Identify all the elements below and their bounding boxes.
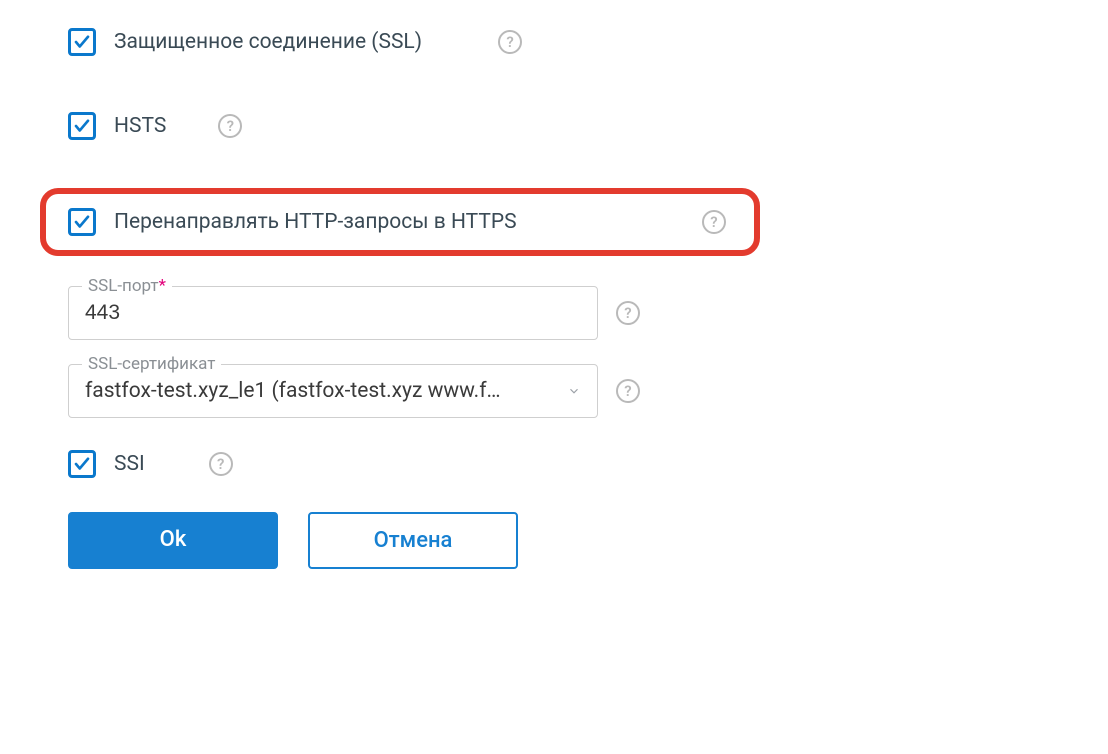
help-icon[interactable]: ?: [616, 379, 640, 403]
checkbox-redirect-https[interactable]: [68, 208, 96, 236]
button-bar: Ok Отмена: [68, 512, 1040, 569]
chevron-down-icon: [567, 384, 581, 398]
label-redirect-https: Перенаправлять HTTP-запросы в HTTPS: [114, 210, 517, 234]
option-hsts: HSTS ?: [68, 104, 1040, 148]
label-hsts: HSTS: [114, 114, 166, 138]
checkbox-ssl-connection[interactable]: [68, 28, 96, 56]
option-redirect-https: Перенаправлять HTTP-запросы в HTTPS ?: [68, 208, 732, 236]
help-icon[interactable]: ?: [702, 210, 726, 234]
field-ssl-port: SSL-порт*: [68, 286, 598, 340]
help-icon[interactable]: ?: [616, 301, 640, 325]
field-legend-ssl-port: SSL-порт*: [82, 276, 172, 296]
check-icon: [73, 455, 91, 473]
option-ssl-connection: Защищенное соединение (SSL) ?: [68, 20, 1040, 64]
help-icon[interactable]: ?: [209, 452, 233, 476]
label-ssi: SSI: [114, 452, 145, 476]
help-icon[interactable]: ?: [498, 30, 522, 54]
ok-button[interactable]: Ok: [68, 512, 278, 569]
cancel-button[interactable]: Отмена: [308, 512, 518, 569]
checkbox-ssi[interactable]: [68, 450, 96, 478]
field-ssl-cert-block: SSL-сертификат fastfox-test.xyz_le1 (fas…: [68, 364, 1040, 418]
label-ssl-connection: Защищенное соединение (SSL): [114, 30, 422, 54]
field-ssl-port-block: SSL-порт* ?: [68, 286, 1040, 340]
check-icon: [73, 33, 91, 51]
field-ssl-cert: SSL-сертификат fastfox-test.xyz_le1 (fas…: [68, 364, 598, 418]
highlight-redirect-https: Перенаправлять HTTP-запросы в HTTPS ?: [40, 188, 760, 256]
check-icon: [73, 213, 91, 231]
select-ssl-cert-value: fastfox-test.xyz_le1 (fastfox-test.xyz w…: [85, 379, 557, 403]
check-icon: [73, 117, 91, 135]
help-icon[interactable]: ?: [218, 114, 242, 138]
field-legend-ssl-cert: SSL-сертификат: [82, 354, 221, 374]
checkbox-hsts[interactable]: [68, 112, 96, 140]
option-ssi: SSI ?: [68, 442, 1040, 486]
